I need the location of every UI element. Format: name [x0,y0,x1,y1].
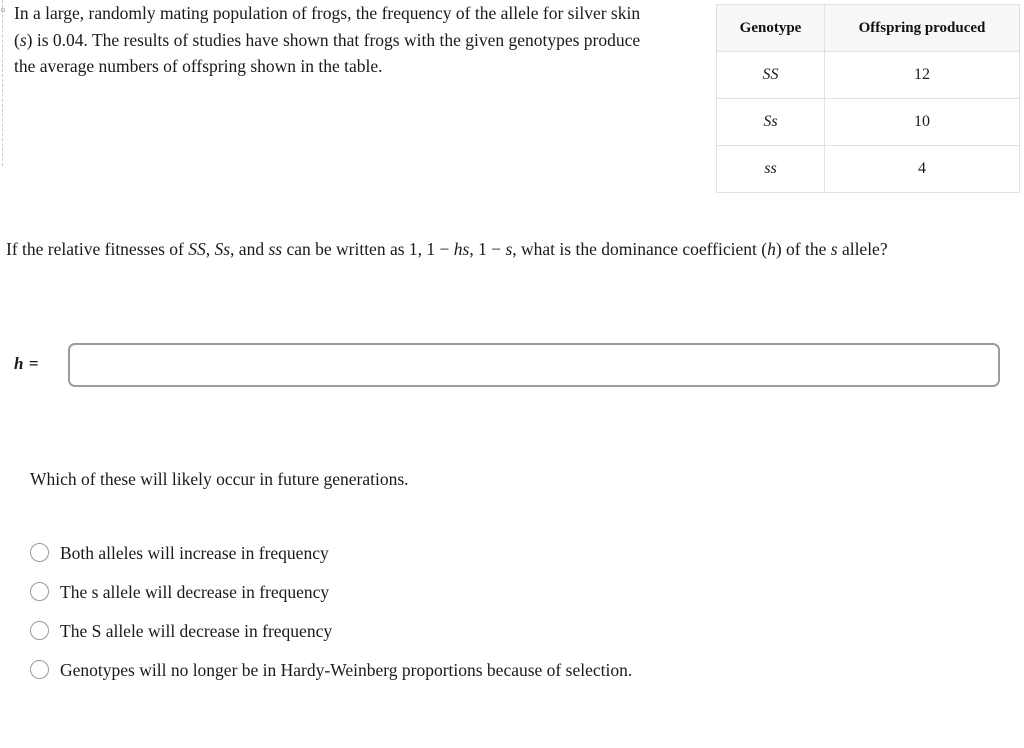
cell-offspring: 4 [824,145,1020,193]
table-row: SS 12 [716,51,1020,99]
radio-option-label: The s allele will decrease in frequency [60,581,330,602]
radio-button-icon[interactable] [30,621,49,640]
cell-genotype: SS [716,51,825,99]
radio-option-label: Genotypes will no longer be in Hardy-Wei… [60,659,633,680]
column-header-genotype: Genotype [716,4,825,52]
intro-line-2: (s) is 0.04. The results of studies have… [14,27,714,54]
question-part-2: and [234,239,269,259]
radio-button-icon[interactable] [30,582,49,601]
answer-row: h = [14,343,1004,389]
question-allele-s: s [830,239,838,259]
cell-offspring: 12 [824,51,1020,99]
radio-option-1[interactable]: The s allele will decrease in frequency [30,572,970,611]
question-genotypes-ss-sS: SS, Ss, [188,239,235,259]
question-prompt: If the relative fitnesses of SS, Ss, and… [6,236,1018,262]
cell-offspring: 10 [824,98,1020,146]
radio-option-2[interactable]: The S allele will decrease in frequency [30,611,970,650]
radio-button-icon[interactable] [30,543,49,562]
column-header-offspring: Offspring produced [824,4,1020,52]
question-genotype-ss: ss [268,239,283,259]
table-row: Ss 10 [716,98,1020,146]
cell-genotype: ss [716,145,825,193]
table-row: ss 4 [716,145,1020,193]
question-intro-paragraph: In a large, randomly mating population o… [14,0,714,80]
question-part-7: allele? [837,239,888,259]
genotype-offspring-table: Genotype Offspring produced SS 12 Ss 10 … [716,4,1020,193]
cell-genotype: Ss [716,98,825,146]
question-term-hs: hs [453,239,470,259]
answer-label-h: h = [14,354,39,373]
question-part-1: If the relative fitnesses of [6,239,189,259]
radio-button-icon[interactable] [30,660,49,679]
multiple-choice-list: Both alleles will increase in frequency … [30,533,970,689]
intro-line-1: In a large, randomly mating population o… [14,3,641,23]
question-term-h: h [767,239,776,259]
radio-option-3[interactable]: Genotypes will no longer be in Hardy-Wei… [30,650,970,689]
radio-option-0[interactable]: Both alleles will increase in frequency [30,533,970,572]
table-header-row: Genotype Offspring produced [716,4,1020,52]
radio-option-label: The S allele will decrease in frequency [60,620,333,641]
left-margin-divider [2,0,3,166]
intro-allele-s: s [19,29,27,50]
radio-option-label: Both alleles will increase in frequency [60,542,329,563]
question-part-6: ) of the [775,239,831,259]
multiple-choice-prompt: Which of these will likely occur in futu… [30,469,409,489]
intro-line-2-rest: ) is 0.04. The results of studies have s… [26,29,641,50]
question-part-5: , what is the dominance coefficient ( [512,239,768,259]
intro-line-3: the average numbers of offspring shown i… [14,56,383,76]
h-value-input[interactable] [68,343,1000,387]
question-part-4: , 1 − [469,239,506,259]
left-margin-marker: o [1,5,5,14]
question-part-3: can be written as 1, 1 − [282,239,454,259]
